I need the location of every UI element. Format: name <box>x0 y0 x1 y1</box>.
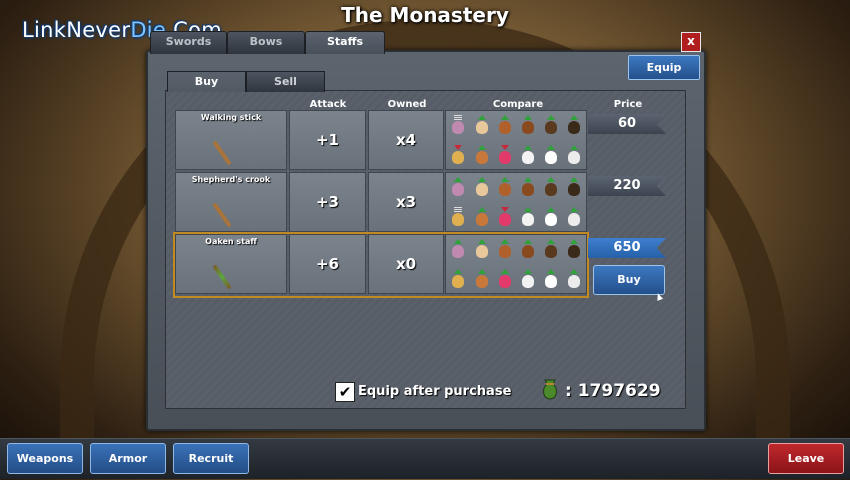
unit-portrait-icon <box>499 239 511 258</box>
unit-portrait-icon <box>545 145 557 164</box>
armor-button[interactable]: Armor <box>90 443 166 474</box>
unit-portrait-icon <box>452 207 464 226</box>
column-header-price: Price <box>613 99 643 110</box>
owned-cell: x3 <box>368 172 444 232</box>
unit-portrait-icon <box>568 145 580 164</box>
attack-value: +1 <box>315 131 339 149</box>
item-name: Shepherd's crook <box>191 175 271 184</box>
equip-button[interactable]: Equip <box>628 55 700 80</box>
unit-portrait-icon <box>568 115 580 134</box>
gold-pouch-icon <box>543 379 557 400</box>
equip-after-purchase-checkbox[interactable]: ✔ <box>335 382 355 402</box>
equip-after-purchase-label: Equip after purchase <box>358 384 512 399</box>
tab-swords[interactable]: Swords <box>150 31 227 54</box>
owned-value: x3 <box>395 193 417 211</box>
owned-cell: x0 <box>368 234 444 294</box>
unit-portrait-icon <box>452 115 464 134</box>
unit-portrait-icon <box>522 115 534 134</box>
watermark-part-1: LinkNever <box>22 18 131 42</box>
unit-portrait-icon <box>452 177 464 196</box>
unit-portrait-icon <box>476 115 488 134</box>
item-row-oaken-staff[interactable]: Oaken staff +6 x0 <box>173 232 589 298</box>
gold-amount: : 1797629 <box>565 381 661 401</box>
attack-cell: +6 <box>289 234 366 294</box>
unit-portrait-icon <box>545 239 557 258</box>
item-name: Walking stick <box>200 113 262 122</box>
column-header-compare: Compare <box>492 99 544 110</box>
unit-portrait-icon <box>545 177 557 196</box>
unit-portrait-icon <box>568 269 580 288</box>
walking-stick-icon <box>212 140 232 166</box>
owned-value: x0 <box>395 255 417 273</box>
unit-portrait-icon <box>545 207 557 226</box>
oaken-staff-icon <box>212 264 232 290</box>
item-name-cell: Walking stick <box>175 110 287 170</box>
weapons-button[interactable]: Weapons <box>7 443 83 474</box>
price-tag: 60 <box>588 114 666 134</box>
tab-bows[interactable]: Bows <box>227 31 305 54</box>
unit-portrait-icon <box>452 269 464 288</box>
unit-portrait-icon <box>545 269 557 288</box>
unit-portrait-icon <box>568 207 580 226</box>
owned-value: x4 <box>395 131 417 149</box>
price-tag-selected: 650 <box>588 238 666 258</box>
unit-portrait-icon <box>522 207 534 226</box>
item-row-walking-stick[interactable]: Walking stick +1 x4 <box>175 110 587 172</box>
tab-sell[interactable]: Sell <box>246 71 325 92</box>
unit-portrait-icon <box>545 115 557 134</box>
unit-portrait-icon <box>522 269 534 288</box>
unit-portrait-icon <box>476 239 488 258</box>
item-name-cell: Shepherd's crook <box>175 172 287 232</box>
tab-staffs[interactable]: Staffs <box>305 31 385 54</box>
compare-cell <box>445 172 587 232</box>
unit-portrait-icon <box>476 177 488 196</box>
compare-cell <box>445 234 587 294</box>
unit-portrait-icon <box>568 177 580 196</box>
compare-cell <box>445 110 587 170</box>
unit-portrait-icon <box>452 239 464 258</box>
unit-portrait-icon <box>522 239 534 258</box>
unit-portrait-icon <box>452 145 464 164</box>
column-header-attack: Attack <box>309 99 347 110</box>
unit-portrait-icon <box>499 207 511 226</box>
leave-button[interactable]: Leave <box>768 443 844 474</box>
shepherds-crook-icon <box>212 202 232 228</box>
item-row-shepherds-crook[interactable]: Shepherd's crook +3 x3 <box>175 172 587 234</box>
unit-portrait-icon <box>476 145 488 164</box>
attack-cell: +3 <box>289 172 366 232</box>
recruit-button[interactable]: Recruit <box>173 443 249 474</box>
unit-portrait-icon <box>522 145 534 164</box>
attack-value: +6 <box>315 255 339 273</box>
unit-portrait-icon <box>499 115 511 134</box>
owned-cell: x4 <box>368 110 444 170</box>
unit-portrait-icon <box>499 269 511 288</box>
item-name: Oaken staff <box>205 237 257 246</box>
close-button[interactable]: x <box>681 32 701 52</box>
attack-value: +3 <box>315 193 339 211</box>
attack-cell: +1 <box>289 110 366 170</box>
column-header-owned: Owned <box>387 99 427 110</box>
unit-portrait-icon <box>568 239 580 258</box>
unit-portrait-icon <box>499 145 511 164</box>
unit-portrait-icon <box>522 177 534 196</box>
unit-portrait-icon <box>499 177 511 196</box>
item-name-cell: Oaken staff <box>175 234 287 294</box>
buy-button[interactable]: Buy <box>593 265 665 295</box>
price-tag: 220 <box>588 176 666 196</box>
tab-buy[interactable]: Buy <box>167 71 246 92</box>
unit-portrait-icon <box>476 207 488 226</box>
unit-portrait-icon <box>476 269 488 288</box>
